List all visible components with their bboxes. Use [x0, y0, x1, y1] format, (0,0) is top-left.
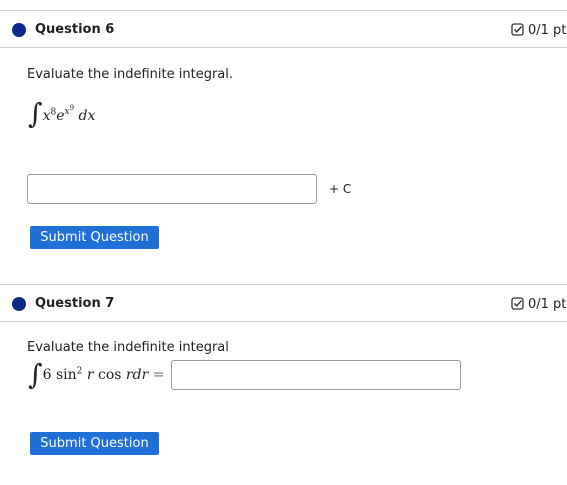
divider — [0, 47, 567, 48]
question-6-integral: ∫x8ex9 dx — [28, 100, 95, 128]
check-box-icon — [511, 23, 524, 36]
question-7-title: Question 7 — [35, 296, 115, 311]
var-r: r — [125, 367, 133, 384]
question-dot-icon — [12, 297, 26, 311]
integral-sign: ∫ — [28, 358, 43, 391]
divider-top — [0, 10, 567, 11]
exp-exp: 9 — [69, 104, 75, 113]
question-6-submit-button[interactable]: Submit Question — [30, 226, 159, 249]
question-6-score-text: 0/1 pt — [528, 23, 567, 38]
question-7-submit-button[interactable]: Submit Question — [30, 432, 159, 455]
sin-exponent: 2 — [76, 366, 83, 377]
euler-e: e — [56, 107, 65, 124]
question-7-prompt: Evaluate the indefinite integral — [27, 340, 229, 355]
question-7-score: 0/1 pt — [511, 297, 566, 312]
question-7-answer-input[interactable] — [171, 360, 461, 390]
sin-function: sin — [55, 367, 77, 384]
check-box-icon — [511, 297, 524, 310]
question-dot-icon — [12, 23, 26, 37]
plus-c-label: + C — [329, 182, 352, 196]
question-7-integral: ∫6 sin2 r cos rdr = — [28, 361, 164, 389]
equals-sign: = — [152, 367, 165, 384]
cos-function: cos — [98, 367, 122, 384]
integral-sign: ∫ — [28, 97, 43, 130]
question-6-prompt: Evaluate the indefinite integral. — [27, 67, 234, 82]
divider — [0, 284, 567, 285]
differential: dr — [132, 367, 149, 384]
coefficient: 6 — [42, 367, 52, 384]
question-6-title: Question 6 — [35, 22, 115, 37]
question-6-answer-input[interactable] — [27, 174, 317, 204]
var-x: x — [42, 107, 51, 124]
question-6-score: 0/1 pt — [511, 23, 566, 38]
question-7-score-text: 0/1 pt — [528, 297, 567, 312]
divider — [0, 321, 567, 322]
differential: dx — [78, 107, 96, 124]
var-r: r — [86, 367, 94, 384]
